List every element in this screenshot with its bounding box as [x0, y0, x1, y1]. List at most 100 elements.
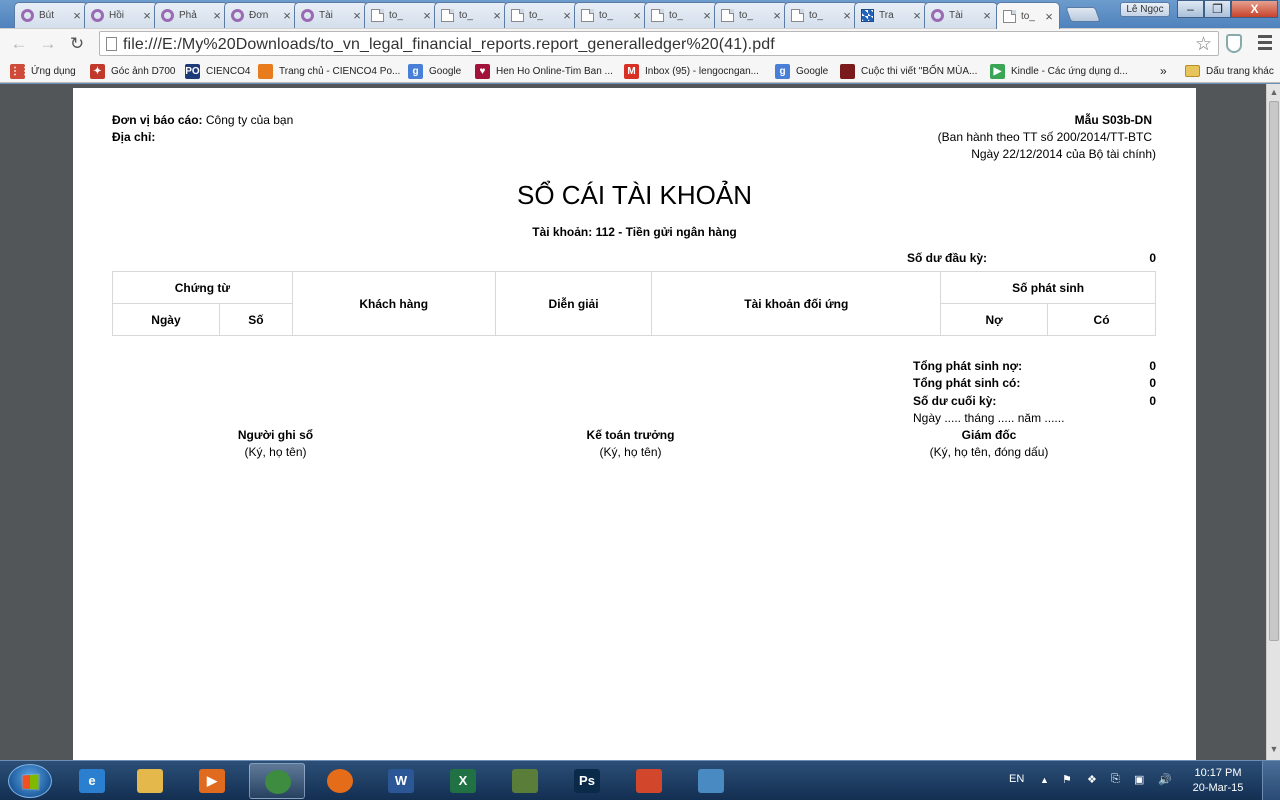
media-player-icon: ▶ — [199, 769, 225, 793]
taskbar-internet-explorer-button[interactable]: e — [64, 763, 120, 799]
browser-tab[interactable]: to_ × — [996, 2, 1060, 29]
tab-close-icon[interactable]: × — [1043, 9, 1055, 24]
usb-device-icon[interactable]: ⎘ — [1111, 773, 1120, 786]
bookmark-item[interactable]: PO CIENCO4 — [185, 62, 250, 80]
show-hidden-icons[interactable]: ▲ — [1040, 775, 1049, 785]
taskbar-file-explorer-button[interactable] — [122, 763, 178, 799]
star-badge-icon: ✦ — [90, 63, 105, 79]
back-icon[interactable]: ← — [8, 33, 30, 55]
url-text[interactable]: file:///E:/My%20Downloads/to_vn_legal_fi… — [123, 36, 775, 54]
minimize-button[interactable]: – — [1177, 0, 1204, 18]
address-bar[interactable]: file:///E:/My%20Downloads/to_vn_legal_fi… — [99, 31, 1219, 56]
bookmark-star-icon[interactable]: ☆ — [1195, 33, 1212, 56]
apps-grid-icon: ⋮⋮ — [10, 63, 30, 79]
network-icon[interactable]: ▣ — [1134, 773, 1144, 786]
browser-tab[interactable]: Tra × — [854, 2, 928, 28]
show-desktop-button[interactable] — [1262, 761, 1280, 800]
browser-tab[interactable]: Bút × — [14, 2, 88, 28]
browser-tab[interactable]: to_ × — [574, 2, 648, 28]
browser-tab[interactable]: to_ × — [644, 2, 718, 28]
bookmark-item[interactable]: M Inbox (95) - lengocngan... — [624, 62, 759, 80]
google-icon: g — [775, 63, 790, 79]
browser-tab[interactable]: Phả × — [154, 2, 228, 28]
tab-close-icon[interactable]: × — [211, 8, 223, 23]
taskbar-photo-viewer-button[interactable] — [683, 763, 739, 799]
tab-close-icon[interactable]: × — [421, 8, 433, 23]
chrome-menu-icon[interactable] — [1258, 35, 1272, 53]
scroll-up-icon[interactable]: ▲ — [1269, 87, 1279, 97]
taskbar-presentation-button[interactable] — [497, 763, 553, 799]
pdf-viewer[interactable]: Đơn vị báo cáo: Công ty của bạn Địa chỉ:… — [0, 84, 1280, 778]
browser-tab[interactable]: to_ × — [714, 2, 788, 28]
scroll-down-icon[interactable]: ▼ — [1269, 744, 1279, 754]
tab-close-icon[interactable]: × — [981, 8, 993, 23]
tab-close-icon[interactable]: × — [631, 8, 643, 23]
taskbar-app-grid-button[interactable] — [621, 763, 677, 799]
other-bookmarks-folder[interactable]: Dấu trang khác — [1185, 62, 1274, 80]
taskbar-excel-button[interactable]: X — [435, 763, 491, 799]
tab-close-icon[interactable]: × — [141, 8, 153, 23]
tab-close-icon[interactable]: × — [281, 8, 293, 23]
taskbar-firefox-button[interactable] — [312, 763, 368, 799]
volume-icon[interactable]: 🔊 — [1158, 773, 1172, 786]
reload-icon[interactable]: ↻ — [66, 33, 88, 55]
tab-close-icon[interactable]: × — [771, 8, 783, 23]
taskbar-word-button[interactable]: W — [373, 763, 429, 799]
new-tab-button[interactable] — [1065, 7, 1101, 22]
taskbar-chrome-button[interactable] — [249, 763, 305, 799]
browser-tab[interactable]: Hồi × — [84, 2, 158, 28]
tab-title: to_ — [529, 10, 543, 21]
bookmark-item[interactable]: ⋮⋮ Ứng dụng — [10, 62, 76, 80]
tab-close-icon[interactable]: × — [561, 8, 573, 23]
folder-icon — [1185, 65, 1200, 77]
bookmark-item[interactable]: ▶ Kindle - Các ứng dụng d... — [990, 62, 1128, 80]
taskbar-media-player-button[interactable]: ▶ — [184, 763, 240, 799]
close-window-button[interactable]: X — [1231, 0, 1278, 18]
start-button[interactable] — [8, 764, 52, 798]
forward-icon[interactable]: → — [37, 33, 59, 55]
internet-explorer-icon: e — [79, 769, 105, 793]
action-center-flag-icon[interactable]: ⚑ — [1062, 773, 1072, 786]
ring-icon — [231, 9, 244, 22]
browser-tab[interactable]: Tài × — [924, 2, 998, 28]
extension-shield-icon[interactable] — [1226, 34, 1242, 53]
bookmark-item[interactable]: Trang chủ - CIENCO4 Po... — [258, 62, 400, 80]
bookmark-item[interactable]: g Google — [775, 62, 828, 80]
cup-icon — [840, 63, 855, 79]
browser-tab[interactable]: to_ × — [434, 2, 508, 28]
profile-button[interactable]: Lê Ngọc — [1120, 2, 1170, 17]
bookmark-item[interactable]: g Google — [408, 62, 461, 80]
bookmark-item[interactable]: ♥ Hen Ho Online-Tim Ban ... — [475, 62, 613, 80]
tab-close-icon[interactable]: × — [71, 8, 83, 23]
tab-close-icon[interactable]: × — [911, 8, 923, 23]
tab-title: to_ — [1021, 10, 1035, 22]
tab-close-icon[interactable]: × — [841, 8, 853, 23]
word-icon: W — [388, 769, 414, 793]
other-bookmarks-label: Dấu trang khác — [1206, 65, 1274, 77]
tab-title: to_ — [459, 10, 473, 21]
browser-tab[interactable]: to_ × — [504, 2, 578, 28]
bookmark-item[interactable]: ✦ Góc ảnh D700 — [90, 62, 176, 80]
browser-tab[interactable]: Đơn × — [224, 2, 298, 28]
taskbar-photoshop-button[interactable]: Ps — [559, 763, 615, 799]
bookmark-item[interactable]: Cuộc thi viết "BỐN MÙA... — [840, 62, 977, 80]
tab-title: to_ — [669, 10, 683, 21]
browser-tab[interactable]: to_ × — [364, 2, 438, 28]
dropbox-icon[interactable]: ❖ — [1087, 773, 1097, 786]
browser-tab[interactable]: to_ × — [784, 2, 858, 28]
account-subtitle: Tài khoản: 112 - Tiền gửi ngân hàng — [532, 225, 737, 239]
system-clock[interactable]: 10:17 PM 20-Mar-15 — [1188, 766, 1248, 796]
bookmark-label: Trang chủ - CIENCO4 Po... — [279, 65, 401, 77]
language-indicator[interactable]: EN — [1009, 773, 1024, 785]
bookmarks-overflow-button[interactable]: » — [1160, 62, 1167, 80]
tab-close-icon[interactable]: × — [351, 8, 363, 23]
scrollbar-thumb[interactable] — [1269, 101, 1279, 641]
vertical-scrollbar[interactable]: ▲ ▼ — [1266, 84, 1280, 760]
tab-title: Bút — [39, 10, 55, 21]
page-icon — [511, 9, 524, 22]
browser-tab[interactable]: Tài × — [294, 2, 368, 28]
maximize-button[interactable]: ❐ — [1204, 0, 1231, 18]
tab-close-icon[interactable]: × — [491, 8, 503, 23]
po-icon: PO — [185, 63, 200, 79]
tab-close-icon[interactable]: × — [701, 8, 713, 23]
